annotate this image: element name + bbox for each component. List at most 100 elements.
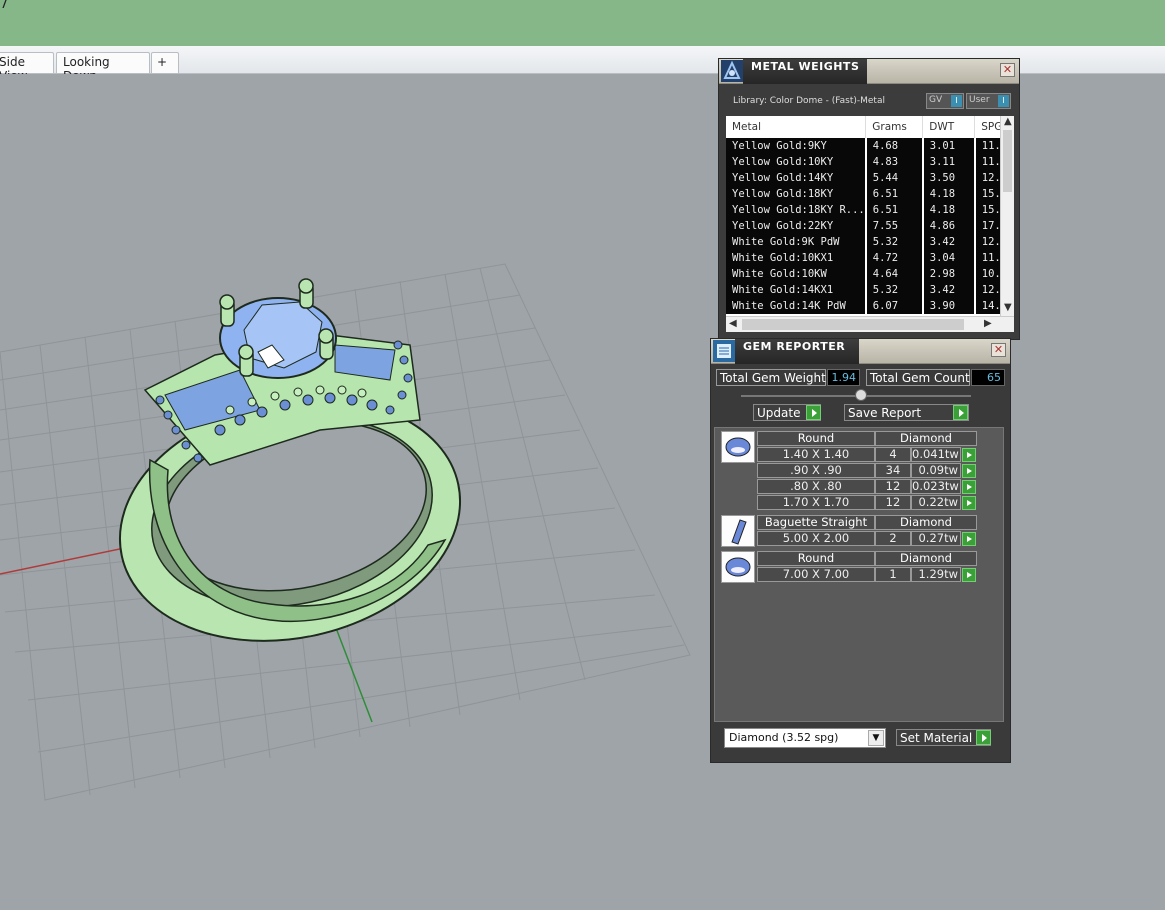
table-cell: 3.90 [922,298,976,314]
table-cell: 3.04 [922,250,976,266]
material-select[interactable]: Diamond (3.52 spg) ▼ [724,728,886,748]
table-cell: 4.64 [865,266,924,282]
gem-reporter-title: GEM REPORTER [743,340,846,353]
column-header-dwt[interactable]: DWT [922,116,976,138]
chevron-down-icon[interactable]: ▼ [868,730,884,746]
table-cell: White Gold:14KX1 [726,282,867,298]
metal-table-container[interactable]: Metal Grams DWT SPG Yellow Gold:9KY 4.68 3… [726,116,1014,332]
metal-weights-header[interactable]: METAL WEIGHTS ✕ [719,59,1019,84]
tab-looking-down[interactable]: Looking Down [56,52,150,83]
gv-toggle[interactable]: GV I [926,93,964,109]
table-row[interactable]: Yellow Gold:9KY 4.68 3.01 11.0 [726,138,1011,154]
metal-weights-icon [721,60,743,82]
table-cell: White Gold:10KW [726,266,867,282]
round-gem-icon [721,431,755,463]
metal-table: Metal Grams DWT SPG Yellow Gold:9KY 4.68 3… [726,116,1011,314]
gem-row-play-icon[interactable] [962,480,976,494]
gem-count: 1 [875,567,911,582]
table-cell: 6.51 [865,202,924,218]
metal-weights-panel: METAL WEIGHTS ✕ Library: Color Dome - (F… [718,58,1020,340]
slider-handle[interactable] [855,389,867,401]
gem-list[interactable]: Round Diamond 1.40 X 1.40 4 0.041tw .90 X .90… [714,427,1004,722]
table-row[interactable]: Yellow Gold:18KY 6.51 4.18 15.4 [726,186,1011,202]
gem-weight: 0.22tw [911,495,961,510]
tab-side-view[interactable]: Side View [0,52,54,83]
table-row[interactable]: Yellow Gold:14KY 5.44 3.50 12.8 [726,170,1011,186]
window-title: 7 [0,0,9,12]
metal-table-vertical-scrollbar[interactable]: ▲ ▼ [1000,116,1014,316]
table-cell: Yellow Gold:22KY [726,218,867,234]
scroll-thumb[interactable] [1003,130,1012,192]
gem-material: Diamond [875,515,977,530]
gem-size: .90 X .90 [757,463,875,478]
scroll-right-icon[interactable]: ▶ [984,318,992,329]
gem-weight: 1.29tw [911,567,961,582]
gem-row-play-icon[interactable] [962,496,976,510]
set-material-button-label: Set Material [900,731,973,745]
scroll-down-icon[interactable]: ▼ [1004,302,1012,313]
table-cell: 2.98 [922,266,976,282]
table-row[interactable]: White Gold:14K PdW 6.07 3.90 14.3 [726,298,1011,314]
gem-reporter-panel: GEM REPORTER ✕ Total Gem Weight 1.94 Tot… [710,338,1011,763]
gem-row-play-icon[interactable] [962,568,976,582]
table-cell: White Gold:14K PdW [726,298,867,314]
gem-size: 5.00 X 2.00 [757,531,875,546]
gem-weight: 0.09tw [911,463,961,478]
scroll-thumb[interactable] [742,319,964,330]
table-cell: White Gold:9K PdW [726,234,867,250]
library-label: Library: Color Dome - (Fast)-Metal [733,96,885,106]
close-icon[interactable]: ✕ [991,343,1006,357]
gem-weight: 0.041tw [911,447,961,462]
table-row[interactable]: White Gold:9K PdW 5.32 3.42 12.5 [726,234,1011,250]
add-tab-button[interactable]: + [151,52,179,73]
close-icon[interactable]: ✕ [1000,63,1015,77]
gem-row-play-icon[interactable] [962,532,976,546]
table-cell: 5.32 [865,282,924,298]
table-cell: 4.18 [922,202,976,218]
table-cell: Yellow Gold:10KY [726,154,867,170]
gem-size: 1.70 X 1.70 [757,495,875,510]
table-cell: 3.42 [922,234,976,250]
table-row[interactable]: White Gold:14KX1 5.32 3.42 12.6 [726,282,1011,298]
table-row[interactable]: Yellow Gold:22KY 7.55 4.86 17.8 [726,218,1011,234]
column-header-grams[interactable]: Grams [865,116,924,138]
gem-size: .80 X .80 [757,479,875,494]
user-toggle-knob: I [998,95,1009,107]
title-bar: 7 [0,0,1165,46]
total-gem-weight-label: Total Gem Weight [716,369,826,386]
gem-shape: Round [757,551,875,566]
gem-weight: 0.023tw [911,479,961,494]
scroll-left-icon[interactable]: ◀ [729,318,737,329]
user-toggle[interactable]: User I [966,93,1011,109]
update-button-label: Update [757,406,801,420]
gem-count: 12 [875,479,911,494]
table-cell: 4.72 [865,250,924,266]
gem-material: Diamond [875,431,977,446]
table-row[interactable]: White Gold:10KX1 4.72 3.04 11.1 [726,250,1011,266]
table-row[interactable]: Yellow Gold:10KY 4.83 3.11 11.4 [726,154,1011,170]
column-header-metal[interactable]: Metal [726,116,867,138]
total-gem-count-value: 65 [971,369,1005,386]
gem-reporter-header[interactable]: GEM REPORTER ✕ [711,339,1010,364]
table-cell: 4.68 [865,138,924,154]
gem-reporter-icon [713,340,735,362]
table-row[interactable]: White Gold:10KW 4.64 2.98 10.9 [726,266,1011,282]
table-cell: 7.55 [865,218,924,234]
save-report-play-icon[interactable] [953,405,968,420]
gem-size: 1.40 X 1.40 [757,447,875,462]
set-material-play-icon[interactable] [976,730,991,745]
table-cell: 6.07 [865,298,924,314]
table-cell: Yellow Gold:18KY R... [726,202,867,218]
table-row[interactable]: Yellow Gold:18KY R... 6.51 4.18 15.4 [726,202,1011,218]
metal-table-horizontal-scrollbar[interactable]: ◀ ▶ [726,316,1014,332]
ring-model [118,278,462,642]
baguette-gem-icon [721,515,755,547]
table-cell: 3.11 [922,154,976,170]
save-report-button[interactable]: Save Report [844,404,969,421]
gem-row-play-icon[interactable] [962,448,976,462]
gem-count: 12 [875,495,911,510]
round-gem-icon [721,551,755,583]
scroll-up-icon[interactable]: ▲ [1004,116,1012,127]
update-play-icon[interactable] [806,405,821,420]
gem-row-play-icon[interactable] [962,464,976,478]
